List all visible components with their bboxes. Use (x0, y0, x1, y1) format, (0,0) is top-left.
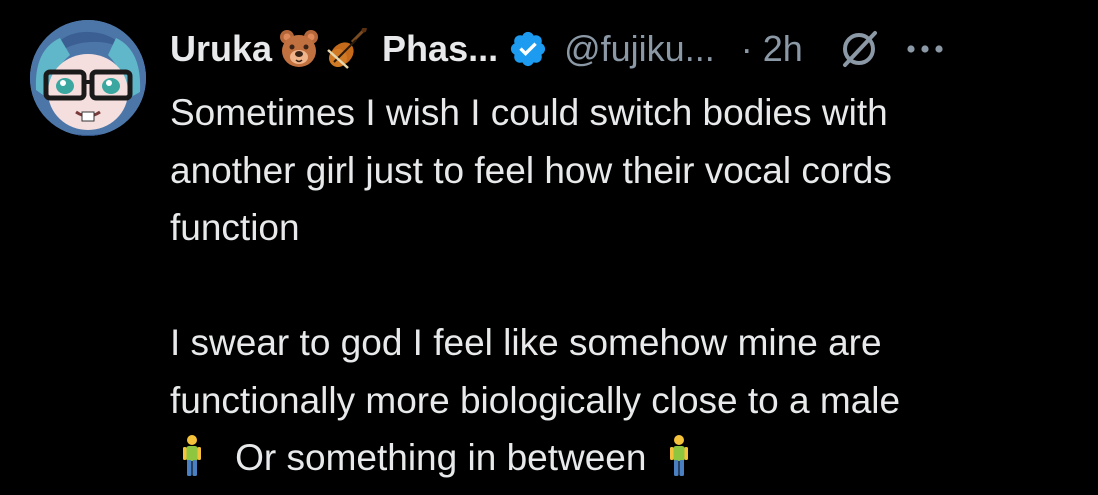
author-display-name[interactable]: Uruka (170, 22, 272, 76)
verified-badge-icon (508, 29, 548, 69)
text-line: functionally more biologically close to … (170, 379, 901, 421)
person-standing-icon (667, 434, 691, 478)
text-line: Sometimes I wish I could switch bodies w… (170, 92, 888, 133)
separator-dot: · (740, 28, 753, 69)
avatar[interactable] (30, 20, 146, 136)
muted-conversation-icon[interactable] (837, 27, 881, 71)
avatar-image (30, 20, 146, 136)
text-line: another girl just to feel how their voca… (170, 149, 892, 191)
tweet-card[interactable]: Uruka Phas... @fujiku... · 2h Sometimes … (0, 0, 1098, 487)
timestamp-link[interactable]: 2h (763, 22, 803, 76)
more-options-icon[interactable] (903, 39, 947, 59)
tweet-header: Uruka Phas... @fujiku... · 2h (170, 22, 1058, 76)
last-line-text: Or something in between (235, 437, 647, 478)
author-handle[interactable]: @fujiku... (564, 22, 715, 76)
text-line-last: Or something in between (170, 429, 1070, 487)
text-line: I swear to god I feel like somehow mine … (170, 322, 882, 363)
violin-icon (326, 28, 368, 70)
bear-face-icon (278, 28, 320, 70)
text-line: function (170, 207, 300, 248)
person-standing-icon (180, 434, 204, 478)
author-display-name-suffix[interactable]: Phas... (382, 22, 498, 76)
tweet-text: Sometimes I wish I could switch bodies w… (170, 84, 1070, 487)
